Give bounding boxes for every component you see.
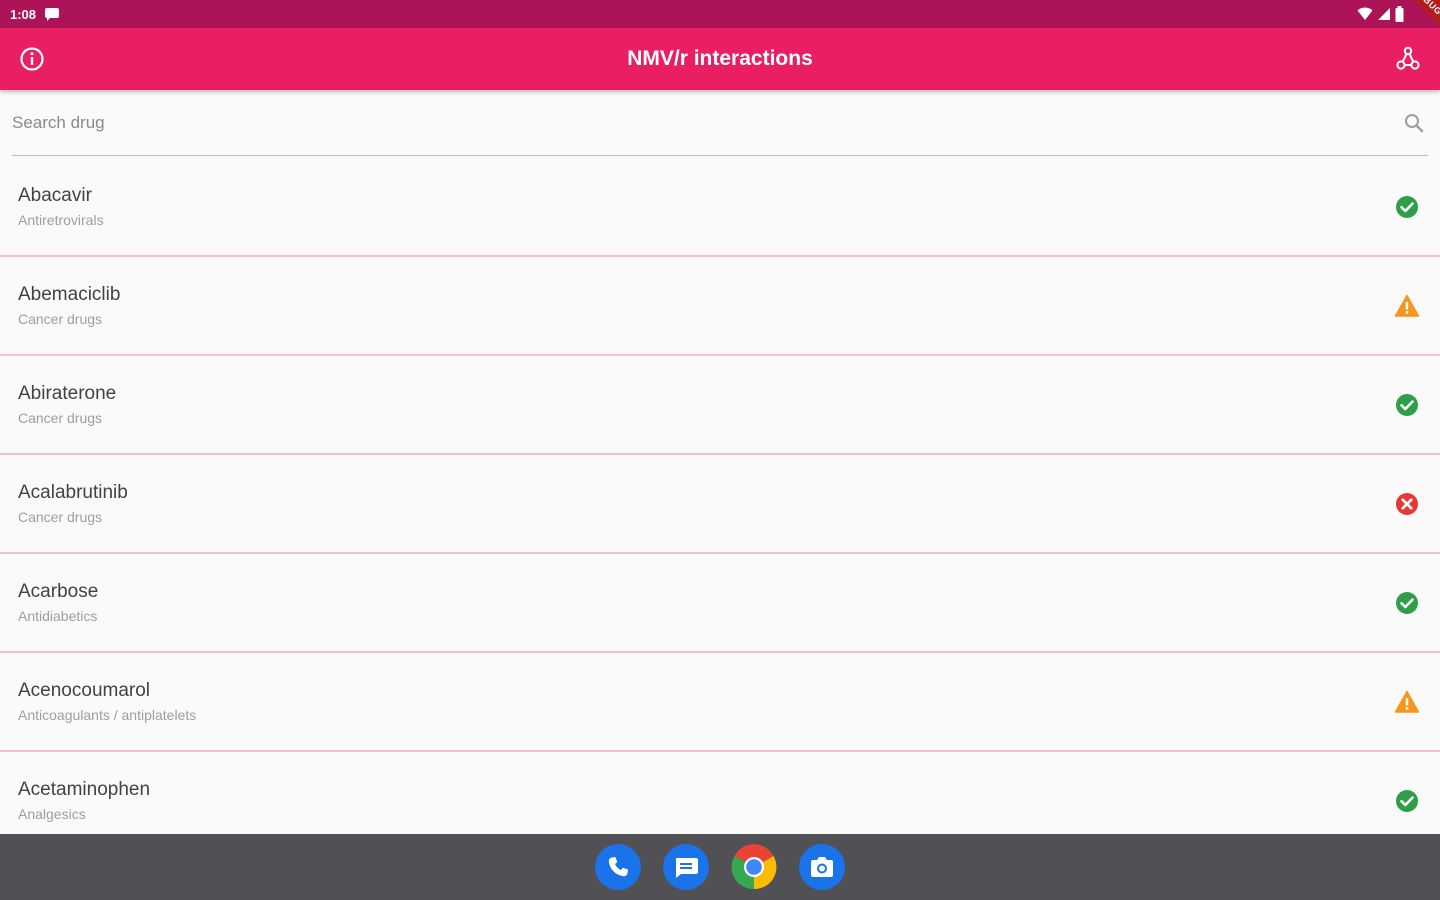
app-title: NMV/r interactions [627,47,813,70]
phone-app-icon[interactable] [595,844,641,890]
drug-class: Cancer drugs [18,410,103,426]
check-circle-icon [1396,393,1418,416]
chrome-app-icon[interactable] [731,844,777,890]
drug-name: Acarbose [18,581,99,602]
check-circle-icon [1396,591,1418,614]
list-item[interactable]: Acarbose Antidiabetics [0,554,1440,653]
status-right [1357,6,1430,22]
drug-class: Anticoagulants / antiplatelets [18,707,197,723]
drug-text: Abacavir Antiretrovirals [18,185,104,228]
drug-name: Acalabrutinib [18,482,128,503]
camera-app-icon[interactable] [799,844,845,890]
messages-app-icon[interactable] [663,844,709,890]
drug-text: Acetaminophen Analgesics [18,779,150,822]
drug-name: Acenocoumarol [18,680,151,701]
list-item[interactable]: Acetaminophen Analgesics [0,752,1440,834]
list-item[interactable]: Abiraterone Cancer drugs [0,356,1440,455]
cell-signal-icon [1378,8,1390,20]
drug-text: Abemaciclib Cancer drugs [18,284,120,327]
status-left: 1:08 [10,6,60,22]
drug-text: Acalabrutinib Cancer drugs [18,482,128,525]
message-icon [676,858,698,878]
drug-class: Antiretrovirals [18,212,104,228]
drug-class: Cancer drugs [18,509,103,525]
battery-icon [1395,6,1404,22]
chat-notification-icon [45,8,60,21]
drug-text: Acarbose Antidiabetics [18,581,98,624]
camera-icon [811,857,833,877]
check-circle-icon [1396,195,1418,218]
drug-class: Cancer drugs [18,311,103,327]
list-item[interactable]: Abemaciclib Cancer drugs [0,257,1440,356]
check-circle-icon [1396,789,1418,812]
drug-name: Abiraterone [18,383,117,404]
warning-icon [1394,294,1420,317]
app-bar: NMV/r interactions [0,28,1440,90]
drug-class: Analgesics [18,806,86,822]
molecule-button[interactable] [1390,41,1426,77]
chrome-icon [731,844,777,890]
cancel-circle-icon [1396,492,1418,515]
drug-name: Abemaciclib [18,284,121,305]
list-item[interactable]: Acenocoumarol Anticoagulants / antiplate… [0,653,1440,752]
molecule-icon [1396,46,1420,70]
phone-icon [608,857,628,877]
drug-list: Abacavir Antiretrovirals Abemaciclib Can… [0,158,1440,834]
search-box [12,90,1428,156]
taskbar [0,834,1440,900]
drug-class: Antidiabetics [18,608,98,624]
search-input[interactable] [12,112,1402,133]
drug-text: Acenocoumarol Anticoagulants / antiplate… [18,680,196,723]
info-icon [20,47,44,71]
status-bar: 1:08 DEBUG [0,0,1440,43]
wifi-icon [1357,7,1373,20]
info-button[interactable] [14,41,50,77]
drug-name: Acetaminophen [18,779,151,800]
warning-icon [1394,690,1420,713]
status-time: 1:08 [10,6,37,22]
search-icon[interactable] [1402,111,1426,135]
list-item[interactable]: Abacavir Antiretrovirals [0,158,1440,257]
drug-name: Abacavir [18,185,92,206]
search-bar [0,90,1440,158]
list-item[interactable]: Acalabrutinib Cancer drugs [0,455,1440,554]
drug-text: Abiraterone Cancer drugs [18,383,116,426]
